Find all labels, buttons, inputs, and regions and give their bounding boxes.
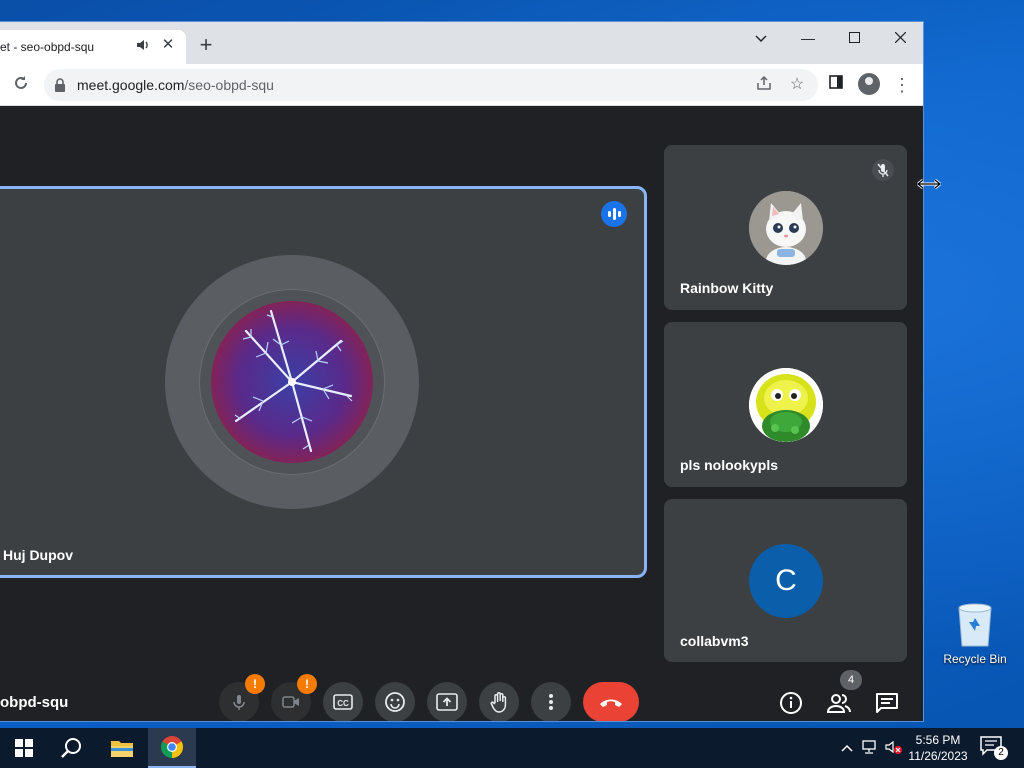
taskbar: 5:56 PM 11/26/2023 2 [0, 728, 1024, 768]
more-options-button[interactable] [531, 682, 571, 721]
resize-cursor-icon [917, 177, 941, 190]
windows-logo-icon [15, 739, 33, 757]
main-participant-name: Huj Dupov [3, 547, 73, 563]
emoji-icon [385, 692, 405, 712]
url-text: meet.google.com/seo-obpd-squ [77, 77, 274, 93]
participant-name: pls nolookypls [680, 457, 779, 473]
tab-google-meet[interactable]: et - seo-obpd-squ ✕ [0, 30, 186, 64]
camera-icon [282, 696, 299, 708]
folder-icon [111, 741, 133, 757]
system-clock[interactable]: 5:56 PM 11/26/2023 [902, 732, 974, 764]
closed-captions-icon: CC [333, 694, 353, 710]
browser-window: et - seo-obpd-squ ✕ + — meet.google.com/… [0, 22, 923, 721]
recycle-bin-label: Recycle Bin [943, 652, 1007, 666]
chrome-icon [161, 736, 183, 758]
browser-menu-icon[interactable]: ⋮ [893, 75, 911, 95]
participant-name: Rainbow Kitty [680, 280, 774, 296]
participant-name: collabvm3 [680, 633, 749, 649]
info-icon [780, 692, 802, 714]
microphone-button[interactable]: ! [219, 674, 265, 721]
recycle-bin-shortcut[interactable]: Recycle Bin [940, 600, 1010, 670]
participant-tile-rainbow-kitty[interactable]: Rainbow Kitty [664, 145, 907, 310]
new-tab-button[interactable]: + [194, 34, 218, 58]
camera-button[interactable]: ! [271, 674, 317, 721]
rainbow-kitty-avatar [749, 191, 823, 265]
raise-hand-button[interactable] [479, 682, 519, 721]
share-icon[interactable] [754, 75, 774, 95]
speaker-icon[interactable] [136, 39, 150, 54]
participant-tile-pls-nolookypls[interactable]: pls nolookypls [664, 322, 907, 487]
url-domain: meet.google.com [77, 77, 185, 93]
people-button[interactable] [826, 690, 852, 716]
bookmark-star-icon[interactable]: ☆ [787, 75, 807, 95]
meeting-details-button[interactable] [778, 690, 804, 716]
close-tab-icon[interactable]: ✕ [160, 37, 176, 53]
recycle-bin-icon [958, 603, 992, 647]
tab-title: et - seo-obpd-squ [0, 40, 95, 54]
mic-warning-badge: ! [245, 674, 265, 694]
side-panel-icon[interactable] [826, 75, 846, 95]
meeting-code: obpd-squ [0, 694, 69, 711]
hang-up-icon [600, 699, 622, 707]
lock-icon[interactable] [54, 77, 66, 93]
present-screen-button[interactable] [427, 682, 467, 721]
svg-text:CC: CC [337, 699, 349, 708]
clock-date: 11/26/2023 [908, 749, 968, 763]
show-hidden-icons-icon[interactable] [838, 739, 856, 757]
profile-avatar-icon[interactable] [858, 73, 880, 95]
clock-time: 5:56 PM [915, 733, 961, 747]
main-participant-tile[interactable]: Huj Dupov [0, 186, 647, 578]
leave-call-button[interactable] [583, 682, 639, 721]
action-center-button[interactable]: 2 [980, 736, 1008, 760]
participant-tile-collabvm3[interactable]: C collabvm3 [664, 499, 907, 662]
pls-nolookypls-avatar [749, 368, 823, 442]
speaking-indicator-icon [601, 201, 627, 227]
reload-icon[interactable] [10, 74, 32, 96]
tab-search-button[interactable] [738, 24, 784, 52]
captions-button[interactable]: CC [323, 682, 363, 721]
network-icon[interactable] [861, 739, 879, 757]
start-button[interactable] [0, 728, 48, 768]
participant-count-badge: 4 [840, 670, 862, 690]
minimize-button[interactable]: — [785, 24, 831, 52]
more-vert-icon [549, 694, 553, 710]
maximize-button[interactable] [831, 24, 877, 52]
file-explorer-button[interactable] [98, 728, 146, 768]
search-button[interactable] [48, 728, 96, 768]
close-window-button[interactable] [877, 24, 923, 52]
reactions-button[interactable] [375, 682, 415, 721]
chat-button[interactable] [874, 690, 900, 716]
browser-toolbar: meet.google.com/seo-obpd-squ ☆ ⋮ [0, 64, 923, 106]
present-icon [436, 693, 458, 711]
collabvm3-avatar: C [749, 544, 823, 618]
hand-icon [490, 692, 507, 713]
meet-stage: Huj Dupov Rainbow Kitty pls nolookypls C… [0, 106, 923, 721]
people-icon [826, 694, 851, 713]
url-path: /seo-obpd-squ [184, 77, 274, 93]
main-participant-avatar [211, 301, 373, 463]
chat-icon [876, 693, 898, 713]
address-bar[interactable]: meet.google.com/seo-obpd-squ ☆ [44, 69, 818, 101]
tab-strip: et - seo-obpd-squ ✕ + — [0, 22, 923, 64]
camera-warning-badge: ! [297, 674, 317, 694]
mic-off-icon [872, 159, 894, 181]
microphone-icon [233, 695, 245, 710]
volume-muted-icon[interactable] [884, 739, 902, 757]
notification-count-badge: 2 [994, 746, 1008, 760]
search-icon [61, 738, 81, 758]
chrome-taskbar-button[interactable] [148, 728, 196, 768]
